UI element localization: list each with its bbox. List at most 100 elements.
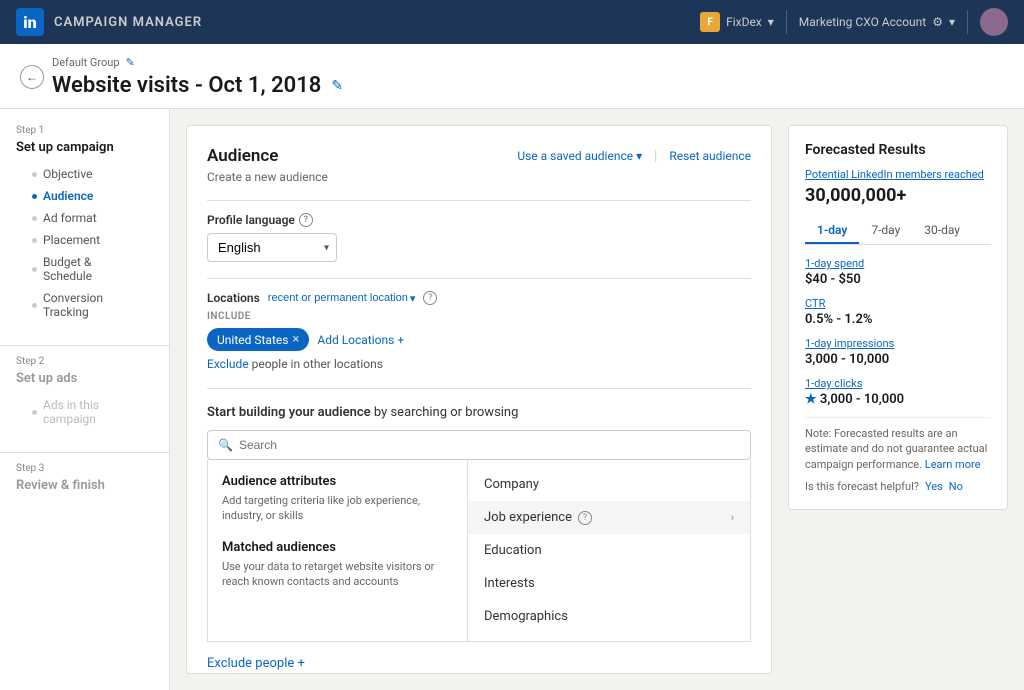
locations-label: Locations — [207, 291, 260, 305]
sidebar-step1: Step 1 Set up campaign Objective Audienc… — [0, 125, 169, 335]
audience-subtitle: Create a new audience — [207, 170, 751, 184]
sidebar-label-budget: Budget & Schedule — [43, 255, 137, 283]
forecast-impressions: 1-day impressions 3,000 - 10,000 — [805, 337, 991, 367]
search-icon: 🔍 — [218, 438, 233, 452]
forecast-note: Note: Forecasted results are an estimate… — [805, 417, 991, 472]
language-help-icon[interactable]: ? — [299, 213, 313, 227]
dot-empty6 — [32, 410, 37, 415]
spend-value: $40 - $50 — [805, 272, 991, 287]
sidebar-step3: Step 3 Review & finish — [0, 463, 169, 513]
user-avatar[interactable] — [980, 8, 1008, 36]
content-area: Step 1 Set up campaign Objective Audienc… — [0, 109, 1024, 690]
forecast-title: Forecasted Results — [805, 142, 991, 158]
sidebar-label-placement: Placement — [43, 233, 100, 247]
job-exp-help-icon[interactable]: ? — [578, 511, 592, 525]
sidebar-item-objective[interactable]: Objective — [16, 163, 153, 185]
interests-label: Interests — [484, 576, 535, 591]
exclude-row: Exclude people in other locations — [207, 357, 751, 372]
potential-label[interactable]: Potential LinkedIn members reached — [805, 168, 991, 181]
location-type-chevron: ▾ — [410, 292, 416, 305]
page-wrapper: ← Default Group ✎ Website visits - Oct 1… — [0, 44, 1024, 690]
account-name: Marketing CXO Account — [799, 15, 926, 29]
company-account[interactable]: F FixDex ▾ — [700, 12, 774, 32]
ctr-label[interactable]: CTR — [805, 297, 991, 310]
audience-header: Audience Use a saved audience ▾ | Reset … — [207, 146, 751, 166]
star-icon: ★ — [805, 392, 817, 407]
clicks-label[interactable]: 1-day clicks — [805, 377, 991, 390]
sidebar-label-adformat: Ad format — [43, 211, 97, 225]
forecast-ctr: CTR 0.5% - 1.2% — [805, 297, 991, 327]
nav-divider — [786, 10, 787, 34]
sidebar-divider2 — [0, 452, 169, 453]
sidebar-item-adformat[interactable]: Ad format — [16, 207, 153, 229]
sidebar-item-conversion[interactable]: Conversion Tracking — [16, 287, 153, 323]
attributes-title: Audience attributes — [222, 474, 453, 489]
exclude-people-button[interactable]: Exclude people + — [207, 656, 751, 671]
page-title: Website visits - Oct 1, 2018 — [52, 73, 321, 98]
language-select[interactable]: English — [207, 233, 337, 262]
potential-value: 30,000,000+ — [805, 185, 991, 206]
audience-actions: Use a saved audience ▾ | Reset audience — [517, 149, 751, 164]
edit-group-icon[interactable]: ✎ — [126, 56, 135, 69]
sidebar-item-placement[interactable]: Placement — [16, 229, 153, 251]
job-exp-chevron: › — [731, 511, 734, 524]
forecast-tabs: 1-day 7-day 30-day — [805, 218, 991, 245]
attributes-desc: Add targeting criteria like job experien… — [222, 493, 453, 524]
nav-right: F FixDex ▾ Marketing CXO Account ⚙ ▾ — [700, 8, 1008, 36]
step2-label: Step 2 — [16, 356, 153, 367]
step3-label: Step 3 — [16, 463, 153, 474]
account-chevron: ▾ — [949, 15, 955, 29]
forecast-card: Forecasted Results Potential LinkedIn me… — [788, 125, 1008, 510]
sidebar-item-budget[interactable]: Budget & Schedule — [16, 251, 153, 287]
sidebar-divider1 — [0, 345, 169, 346]
audience-search-box[interactable]: 🔍 — [207, 430, 751, 460]
company-label: Company — [484, 477, 539, 492]
locations-section: Locations recent or permanent location ▾… — [207, 291, 751, 372]
forecast-learn-more[interactable]: Learn more — [925, 458, 981, 471]
audience-search-input[interactable] — [239, 438, 740, 452]
location-tag-label: United States — [217, 333, 288, 347]
ctr-value: 0.5% - 1.2% — [805, 312, 991, 327]
dot-empty4 — [32, 267, 37, 272]
menu-item-interests[interactable]: Interests — [468, 567, 750, 600]
impressions-value: 3,000 - 10,000 — [805, 352, 991, 367]
tab-7day[interactable]: 7-day — [859, 218, 912, 244]
profile-language-section: Profile language ? English ▾ — [207, 213, 751, 262]
impressions-label[interactable]: 1-day impressions — [805, 337, 991, 350]
menu-item-demographics[interactable]: Demographics — [468, 600, 750, 633]
include-label: INCLUDE — [207, 311, 751, 322]
edit-title-icon[interactable]: ✎ — [331, 78, 343, 94]
tab-1day[interactable]: 1-day — [805, 218, 859, 244]
sidebar-item-ads[interactable]: Ads in this campaign — [16, 394, 153, 430]
menu-item-job-experience[interactable]: Job experience ? › — [468, 501, 750, 534]
actions-divider: | — [654, 149, 657, 164]
forecast-helpful: Is this forecast helpful? Yes No — [805, 480, 991, 493]
step1-title: Set up campaign — [16, 140, 153, 155]
attributes-table: Audience attributes Add targeting criter… — [207, 460, 751, 642]
breadcrumb: Default Group ✎ — [52, 56, 343, 69]
forecast-panel: Forecasted Results Potential LinkedIn me… — [788, 125, 1008, 674]
add-locations-button[interactable]: Add Locations + — [317, 333, 404, 347]
tab-30day[interactable]: 30-day — [912, 218, 972, 244]
location-help-icon[interactable]: ? — [423, 291, 437, 305]
exclude-link[interactable]: Exclude — [207, 357, 249, 371]
sidebar: Step 1 Set up campaign Objective Audienc… — [0, 109, 170, 690]
reset-audience-button[interactable]: Reset audience — [669, 149, 751, 163]
menu-item-education[interactable]: Education — [468, 534, 750, 567]
education-label: Education — [484, 543, 542, 558]
helpful-yes-button[interactable]: Yes — [925, 480, 943, 493]
locations-header: Locations recent or permanent location ▾… — [207, 291, 751, 305]
sidebar-label-conversion: Conversion Tracking — [43, 291, 137, 319]
back-button[interactable]: ← — [20, 65, 44, 89]
spend-label[interactable]: 1-day spend — [805, 257, 991, 270]
helpful-no-button[interactable]: No — [949, 480, 963, 493]
use-saved-button[interactable]: Use a saved audience ▾ — [517, 149, 642, 163]
marketing-account[interactable]: Marketing CXO Account ⚙ ▾ — [799, 15, 955, 29]
dot-active — [32, 194, 37, 199]
menu-item-company[interactable]: Company — [468, 468, 750, 501]
location-type-button[interactable]: recent or permanent location ▾ — [268, 292, 416, 305]
dot-empty — [32, 172, 37, 177]
step1-label: Step 1 — [16, 125, 153, 136]
remove-location-button[interactable]: × — [292, 332, 299, 347]
sidebar-item-audience[interactable]: Audience — [16, 185, 153, 207]
